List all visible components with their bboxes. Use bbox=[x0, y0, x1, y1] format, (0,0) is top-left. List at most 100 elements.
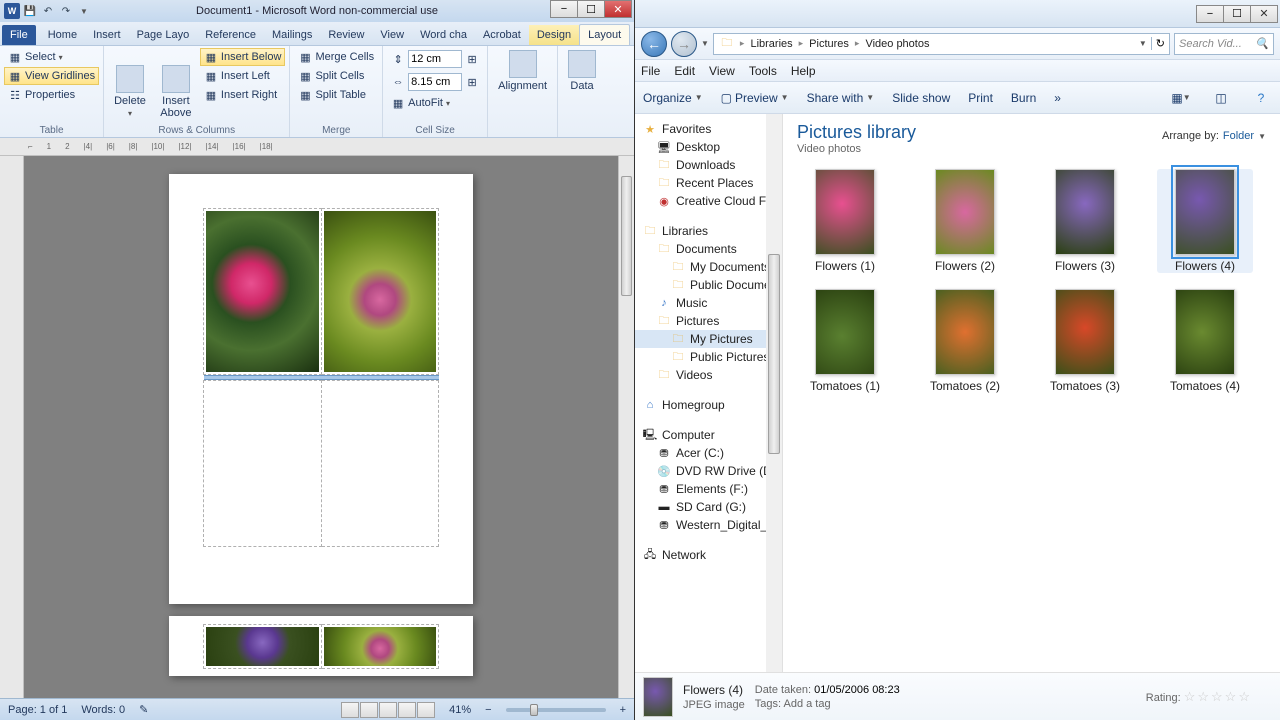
share-with-button[interactable]: Share with ▼ bbox=[807, 91, 875, 105]
nav-scrollbar[interactable] bbox=[766, 114, 782, 672]
qat-dropdown-icon[interactable]: ▼ bbox=[76, 3, 92, 19]
nav-music[interactable]: ♪Music bbox=[635, 294, 782, 312]
nav-drive-wd[interactable]: ⛃Western_Digital_1 bbox=[635, 516, 782, 534]
nav-drive-c[interactable]: ⛃Acer (C:) bbox=[635, 444, 782, 462]
zoom-in-button[interactable]: + bbox=[620, 704, 626, 716]
nav-drive-g[interactable]: ▬SD Card (G:) bbox=[635, 498, 782, 516]
vertical-ruler[interactable] bbox=[0, 156, 24, 698]
nav-recent-places[interactable]: 🗀Recent Places bbox=[635, 174, 782, 192]
table-cell[interactable] bbox=[321, 625, 439, 669]
properties-button[interactable]: ☷Properties bbox=[4, 86, 99, 104]
nav-downloads[interactable]: 🗀Downloads bbox=[635, 156, 782, 174]
print-layout-icon[interactable] bbox=[341, 702, 359, 718]
file-item[interactable]: Flowers (2) bbox=[917, 169, 1013, 273]
back-button[interactable]: ← bbox=[641, 31, 667, 57]
nav-computer[interactable]: 🖳Computer bbox=[635, 426, 782, 444]
insert-above-button[interactable]: Insert Above bbox=[152, 48, 200, 135]
address-bar[interactable]: 🗀▸ Libraries▸ Pictures▸ Video photos ▼ ↻ bbox=[713, 33, 1170, 55]
print-button[interactable]: Print bbox=[968, 91, 993, 105]
tab-file[interactable]: File bbox=[2, 25, 36, 45]
distribute-rows-icon[interactable]: ⊞ bbox=[465, 52, 479, 66]
tab-mailings[interactable]: Mailings bbox=[264, 25, 320, 45]
preview-button[interactable]: ▢ Preview ▼ bbox=[721, 91, 789, 105]
zoom-slider-thumb[interactable] bbox=[530, 704, 538, 716]
fullscreen-reading-icon[interactable] bbox=[360, 702, 378, 718]
nav-my-documents[interactable]: 🗀My Documents bbox=[635, 258, 782, 276]
nav-drive-f[interactable]: ⛃Elements (F:) bbox=[635, 480, 782, 498]
spell-check-icon[interactable]: ✎ bbox=[139, 703, 148, 716]
document-pages[interactable] bbox=[24, 156, 618, 698]
page-indicator[interactable]: Page: 1 of 1 bbox=[8, 704, 67, 716]
zoom-out-button[interactable]: − bbox=[485, 704, 491, 716]
minimize-button[interactable]: − bbox=[1196, 5, 1224, 23]
vertical-scrollbar[interactable] bbox=[618, 156, 634, 698]
file-item[interactable]: Tomatoes (2) bbox=[917, 289, 1013, 393]
nav-network[interactable]: 🖧Network bbox=[635, 546, 782, 564]
insert-right-button[interactable]: ▦Insert Right bbox=[200, 86, 286, 104]
delete-button[interactable]: Delete▾ bbox=[108, 48, 152, 135]
detail-tags[interactable]: Add a tag bbox=[784, 698, 831, 710]
zoom-level[interactable]: 41% bbox=[449, 704, 471, 716]
scroll-thumb[interactable] bbox=[621, 176, 632, 296]
nav-documents[interactable]: 🗀Documents bbox=[635, 240, 782, 258]
rating-stars[interactable]: ☆☆☆☆☆ bbox=[1184, 689, 1252, 704]
redo-icon[interactable]: ↷ bbox=[58, 3, 74, 19]
nav-public-documents[interactable]: 🗀Public Docume bbox=[635, 276, 782, 294]
menu-tools[interactable]: Tools bbox=[749, 64, 777, 78]
save-icon[interactable]: 💾 bbox=[22, 3, 38, 19]
refresh-icon[interactable]: ↻ bbox=[1151, 37, 1169, 50]
distribute-cols-icon[interactable]: ⊞ bbox=[465, 75, 479, 89]
page-1[interactable] bbox=[169, 174, 473, 604]
table-cell[interactable] bbox=[321, 381, 439, 547]
draft-icon[interactable] bbox=[417, 702, 435, 718]
alignment-button[interactable]: Alignment bbox=[492, 48, 553, 94]
nav-pictures[interactable]: 🗀Pictures bbox=[635, 312, 782, 330]
tab-word-cha[interactable]: Word cha bbox=[412, 25, 475, 45]
file-item[interactable]: Tomatoes (4) bbox=[1157, 289, 1253, 393]
file-item[interactable]: Flowers (3) bbox=[1037, 169, 1133, 273]
burn-button[interactable]: Burn bbox=[1011, 91, 1036, 105]
tab-references[interactable]: Reference bbox=[197, 25, 264, 45]
breadcrumb-segment[interactable]: Video photos bbox=[859, 38, 935, 50]
nav-drive-d[interactable]: 💿DVD RW Drive (D bbox=[635, 462, 782, 480]
table-cell[interactable] bbox=[204, 625, 322, 669]
table-cell[interactable] bbox=[204, 209, 322, 375]
inserted-image-1[interactable] bbox=[206, 211, 319, 372]
undo-icon[interactable]: ↶ bbox=[40, 3, 56, 19]
file-grid[interactable]: Flowers (1)Flowers (2)Flowers (3)Flowers… bbox=[783, 159, 1280, 672]
col-width-input[interactable] bbox=[408, 73, 462, 91]
close-button[interactable]: ✕ bbox=[604, 0, 632, 18]
tab-layout[interactable]: Layout bbox=[579, 24, 630, 45]
horizontal-ruler[interactable]: ⌐12|4||6||8||10||12||14||16||18| bbox=[0, 138, 634, 156]
tab-home[interactable]: Home bbox=[40, 25, 85, 45]
slideshow-button[interactable]: Slide show bbox=[892, 91, 950, 105]
nav-libraries[interactable]: 🗀Libraries bbox=[635, 222, 782, 240]
inserted-image-2[interactable] bbox=[324, 211, 437, 372]
detail-date-taken[interactable]: 01/05/2006 08:23 bbox=[814, 684, 900, 696]
web-layout-icon[interactable] bbox=[379, 702, 397, 718]
view-options-icon[interactable]: ▦ ▼ bbox=[1170, 87, 1192, 109]
menu-edit[interactable]: Edit bbox=[674, 64, 695, 78]
nav-creative-cloud[interactable]: ◉Creative Cloud Fi bbox=[635, 192, 782, 210]
view-gridlines-button[interactable]: ▦View Gridlines bbox=[4, 67, 99, 85]
tab-review[interactable]: Review bbox=[320, 25, 372, 45]
breadcrumb-segment[interactable]: Pictures bbox=[803, 38, 855, 50]
row-height-field[interactable]: ⇕⊞ bbox=[387, 48, 483, 70]
file-item[interactable]: Flowers (4) bbox=[1157, 169, 1253, 273]
navigation-pane[interactable]: ★Favorites 🖥Desktop 🗀Downloads 🗀Recent P… bbox=[635, 114, 783, 672]
tab-page-layout[interactable]: Page Layo bbox=[129, 25, 198, 45]
menu-file[interactable]: File bbox=[641, 64, 660, 78]
maximize-button[interactable]: ☐ bbox=[577, 0, 605, 18]
split-cells-button[interactable]: ▦Split Cells bbox=[294, 67, 378, 85]
preview-pane-icon[interactable]: ◫ bbox=[1210, 87, 1232, 109]
tab-design[interactable]: Design bbox=[529, 25, 579, 45]
nav-public-pictures[interactable]: 🗀Public Pictures bbox=[635, 348, 782, 366]
help-icon[interactable]: ? bbox=[1250, 87, 1272, 109]
insert-below-button[interactable]: ▦Insert Below bbox=[200, 48, 286, 66]
inserted-image-3[interactable] bbox=[206, 627, 319, 666]
file-item[interactable]: Flowers (1) bbox=[797, 169, 893, 273]
nav-desktop[interactable]: 🖥Desktop bbox=[635, 138, 782, 156]
nav-homegroup[interactable]: ⌂Homegroup bbox=[635, 396, 782, 414]
nav-my-pictures[interactable]: 🗀My Pictures bbox=[635, 330, 782, 348]
insert-left-button[interactable]: ▦Insert Left bbox=[200, 67, 286, 85]
